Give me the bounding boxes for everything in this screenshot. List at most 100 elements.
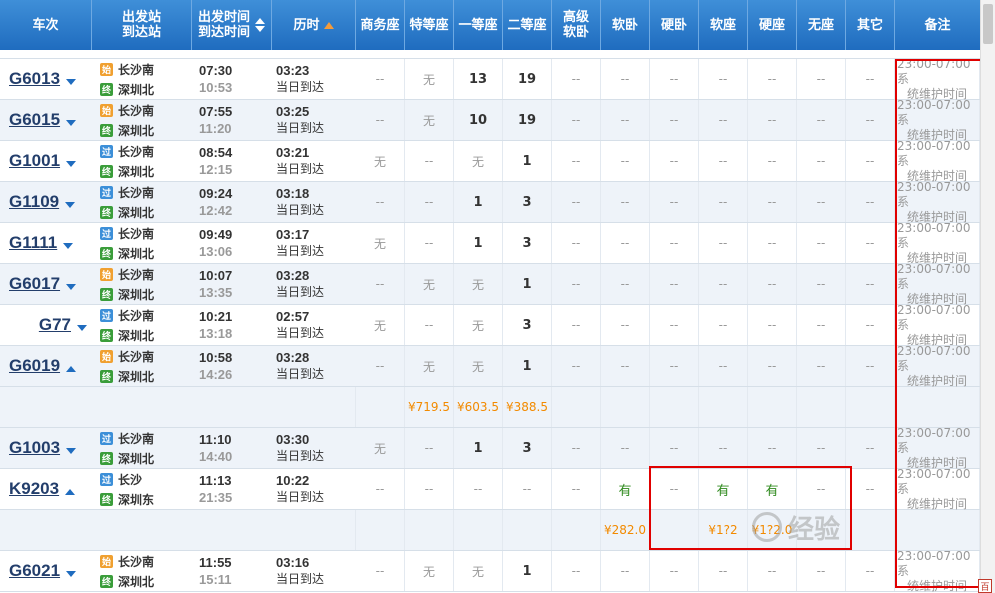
seat-availability-cell[interactable]: 3 [503,223,552,263]
departure-station[interactable]: 始长沙南 [100,102,190,119]
seat-availability-cell[interactable]: 3 [503,182,552,222]
departure-station[interactable]: 始长沙南 [100,553,190,570]
seat-availability-cell[interactable]: 无 [405,264,454,304]
sort-arrows-icon[interactable] [253,18,265,32]
train-number-cell[interactable]: G6013 [0,59,92,99]
train-number-cell[interactable]: G6017 [0,264,92,304]
seat-availability-cell[interactable]: 无 [356,141,405,181]
seat-availability-cell[interactable]: 13 [454,59,503,99]
departure-station[interactable]: 始长沙南 [100,348,190,365]
train-number-cell[interactable]: K9203 [0,469,92,509]
seat-availability-cell[interactable]: 有 [601,469,650,509]
seat-availability-cell[interactable]: 19 [503,100,552,140]
train-number-link[interactable]: G1001 [9,151,60,171]
arrival-station[interactable]: 终深圳北 [100,122,190,139]
departure-station[interactable]: 始长沙南 [100,61,190,78]
seat-availability-cell[interactable]: 1 [503,346,552,386]
seat-availability-cell[interactable]: 1 [454,223,503,263]
arrival-station[interactable]: 终深圳北 [100,368,190,385]
train-number-cell[interactable]: G1109 [0,182,92,222]
train-number-link[interactable]: G6017 [9,274,60,294]
seat-availability-cell[interactable]: 无 [356,428,405,468]
departure-station[interactable]: 过长沙南 [100,184,190,201]
train-number-cell[interactable]: G1001 [0,141,92,181]
seat-availability-cell[interactable]: 无 [405,59,454,99]
train-number-cell[interactable]: G1111 [0,223,92,263]
seat-availability-cell[interactable]: 无 [356,305,405,345]
seat-availability-cell[interactable]: 10 [454,100,503,140]
seat-availability-cell[interactable]: 3 [503,428,552,468]
expand-arrow-icon[interactable] [66,448,77,454]
train-number-cell[interactable]: G77 [0,305,92,345]
duration-value: 02:57 [276,309,310,324]
departure-station[interactable]: 始长沙南 [100,266,190,283]
seat-availability-cell[interactable]: 1 [503,264,552,304]
col-stations[interactable]: 出发站 到达站 [92,0,192,50]
collapse-arrow-icon[interactable] [65,489,76,495]
departure-station[interactable]: 过长沙南 [100,430,190,447]
departure-station[interactable]: 过长沙南 [100,143,190,160]
expand-arrow-icon[interactable] [66,79,77,85]
expand-arrow-icon[interactable] [66,161,77,167]
seat-availability-cell[interactable]: 无 [454,305,503,345]
seat-availability-cell[interactable]: 19 [503,59,552,99]
train-number-link[interactable]: G1003 [9,438,60,458]
seat-availability-cell[interactable]: 1 [503,141,552,181]
arrival-station[interactable]: 终深圳北 [100,204,190,221]
arrival-station[interactable]: 终深圳北 [100,81,190,98]
train-number-link[interactable]: G6019 [9,356,60,376]
train-number-link[interactable]: G6013 [9,69,60,89]
expand-arrow-icon[interactable] [66,120,77,126]
departure-station[interactable]: 过长沙 [100,471,190,488]
expand-arrow-icon[interactable] [63,243,74,249]
seat-availability-cell: -- [601,59,650,99]
col-duration[interactable]: 历时 [272,0,356,50]
col-train-no[interactable]: 车次 [0,0,92,50]
collapse-arrow-icon[interactable] [66,366,77,372]
seat-availability-cell[interactable]: 1 [503,551,552,591]
departure-station[interactable]: 过长沙南 [100,307,190,324]
arrival-station[interactable]: 终深圳东 [100,491,190,508]
train-number-link[interactable]: G77 [39,315,71,335]
expand-arrow-icon[interactable] [77,325,87,331]
seat-availability-cell[interactable]: 3 [503,305,552,345]
train-number-link[interactable]: K9203 [9,479,59,499]
train-number-link[interactable]: G1109 [9,192,59,212]
train-number-cell[interactable]: G6019 [0,346,92,386]
seat-availability-cell[interactable]: 无 [454,346,503,386]
arrival-station[interactable]: 终深圳北 [100,450,190,467]
col-times[interactable]: 出发时间 到达时间 [192,0,272,50]
expand-arrow-icon[interactable] [66,284,77,290]
seat-availability-cell[interactable]: 无 [454,551,503,591]
seat-availability-cell[interactable]: 无 [405,551,454,591]
arrival-station[interactable]: 终深圳北 [100,286,190,303]
seat-availability-cell: -- [748,551,797,591]
seat-availability-cell[interactable]: 无 [454,264,503,304]
departure-time: 07:30 [199,63,233,78]
arrival-station[interactable]: 终深圳北 [100,163,190,180]
arrival-station[interactable]: 终深圳北 [100,327,190,344]
seat-availability-cell: -- [552,305,601,345]
train-number-link[interactable]: G1111 [9,233,57,253]
expand-arrow-icon[interactable] [65,202,76,208]
train-number-cell[interactable]: G1003 [0,428,92,468]
train-number-cell[interactable]: G6021 [0,551,92,591]
duration-cell: 10:22 当日到达 [276,469,356,509]
seat-availability-cell[interactable]: 无 [356,223,405,263]
train-number-cell[interactable]: G6015 [0,100,92,140]
arrival-station[interactable]: 终深圳北 [100,245,190,262]
seat-availability-cell[interactable]: 1 [454,182,503,222]
pass-badge-icon: 过 [100,472,113,486]
expand-arrow-icon[interactable] [66,571,77,577]
seat-availability-cell[interactable]: 无 [454,141,503,181]
seat-availability-cell[interactable]: 1 [454,428,503,468]
train-number-link[interactable]: G6021 [9,561,60,581]
arrival-station[interactable]: 终深圳北 [100,573,190,590]
seat-availability-cell[interactable]: 无 [405,100,454,140]
price-cell [552,510,601,550]
train-number-link[interactable]: G6015 [9,110,60,130]
vertical-scrollbar[interactable] [980,0,995,593]
scrollbar-thumb[interactable] [983,4,993,44]
departure-station[interactable]: 过长沙南 [100,225,190,242]
seat-availability-cell[interactable]: 无 [405,346,454,386]
